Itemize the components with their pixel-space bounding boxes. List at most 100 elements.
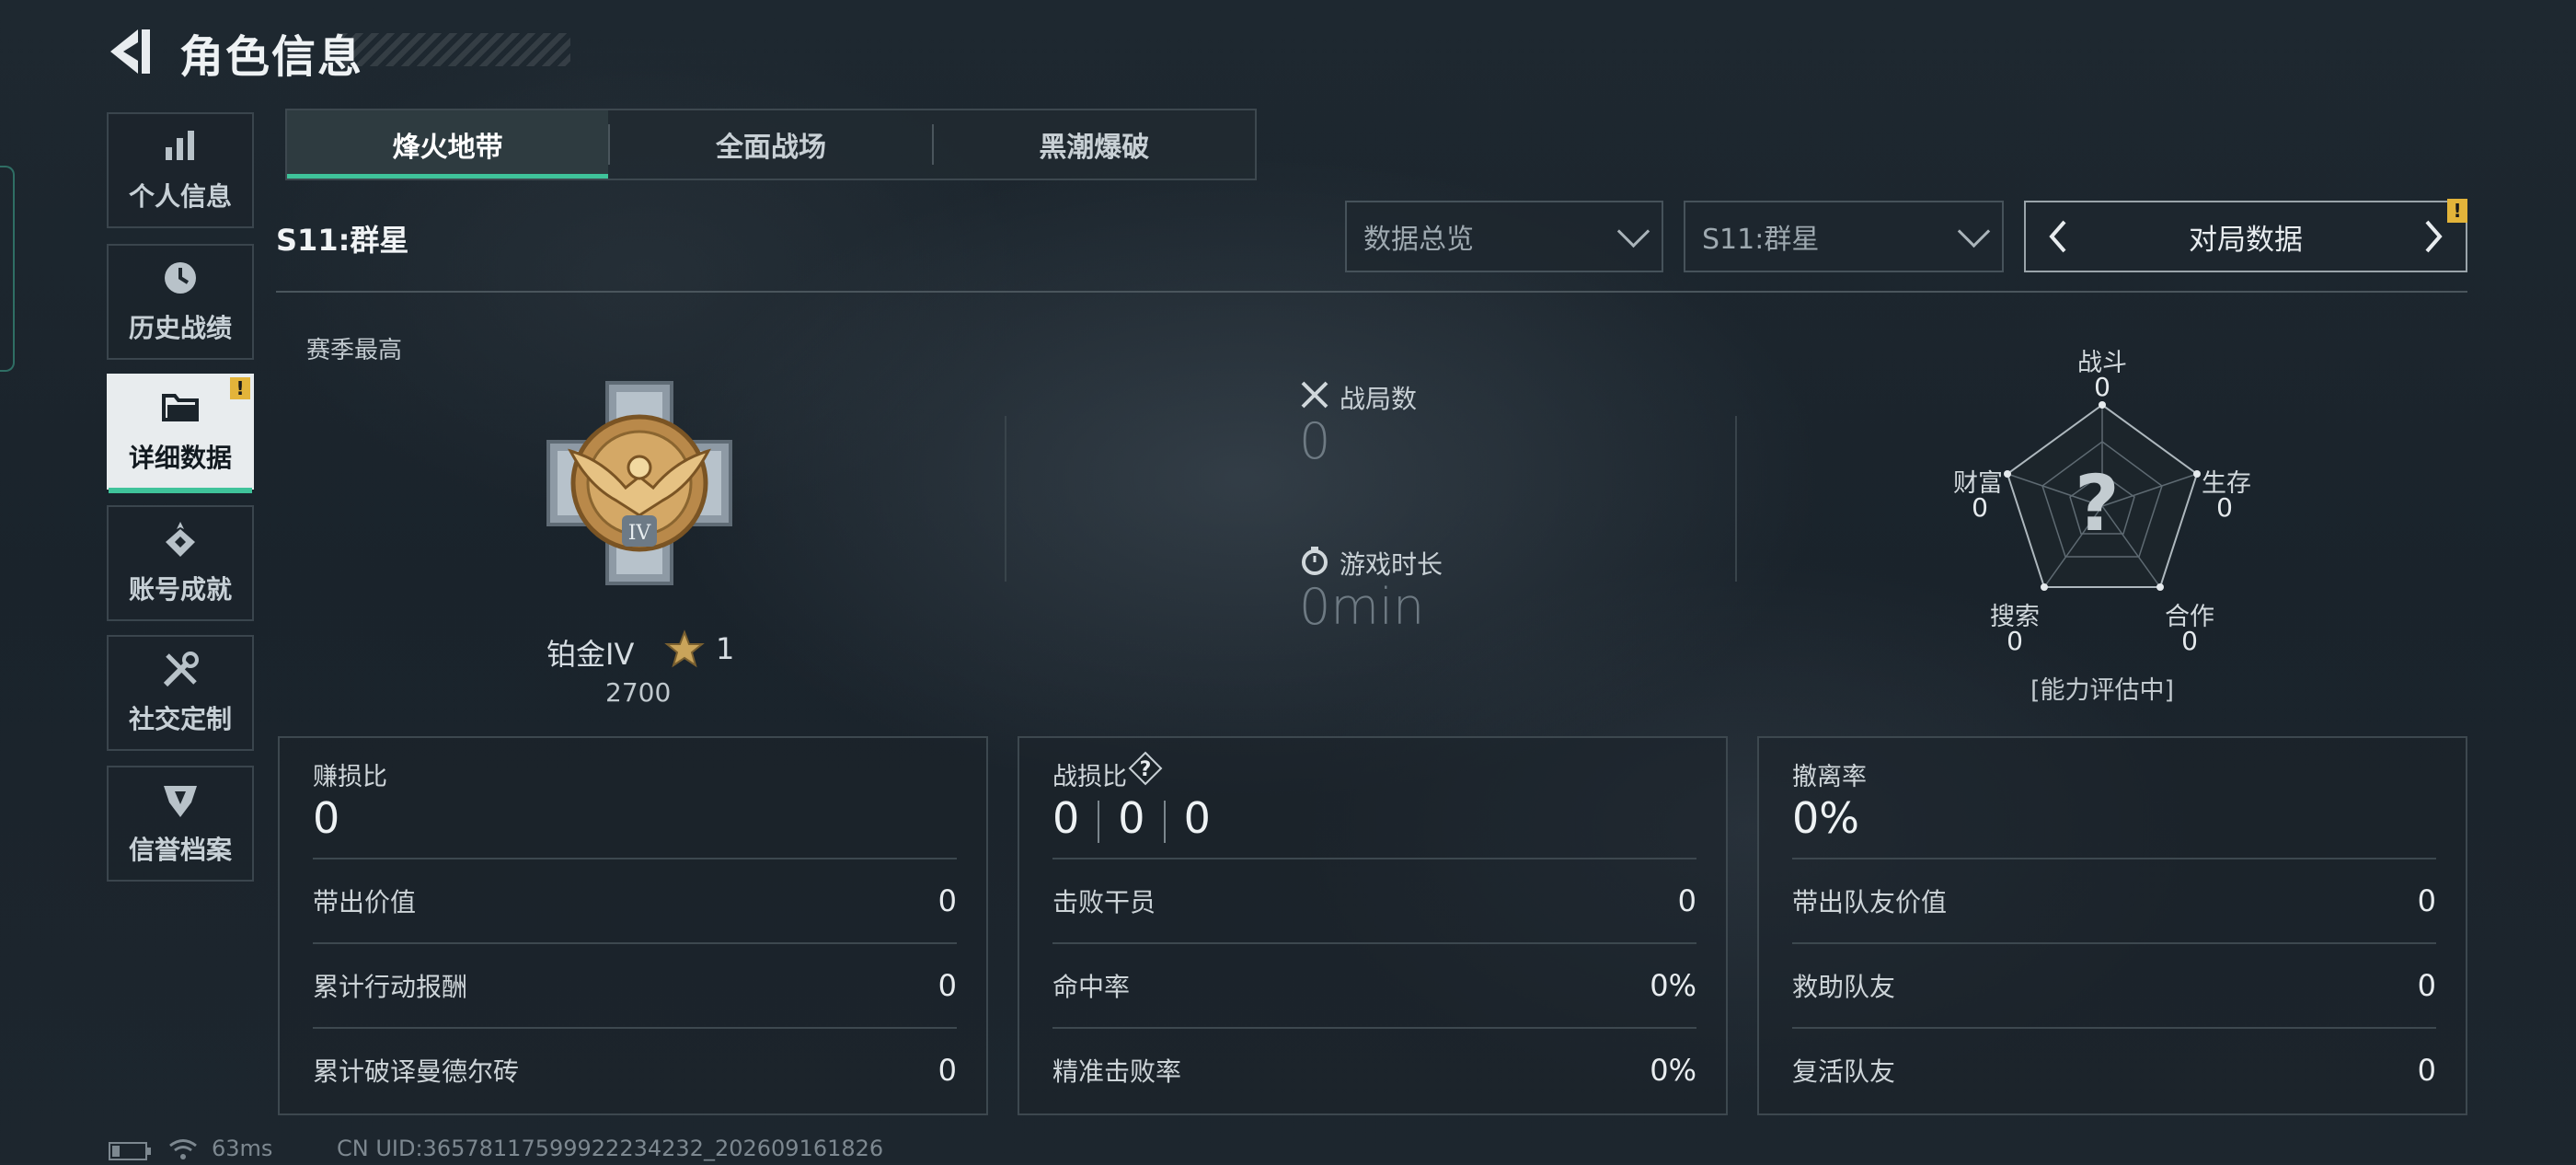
stat-label: 命中率	[1052, 972, 1131, 1002]
radar-status-note: [能力评估中]	[2030, 676, 2175, 705]
uid-text: CN UID:365781175999222342​32_20260916182…	[337, 1136, 884, 1161]
season-select-value: S11:群星	[1702, 224, 1820, 256]
tab-fenghuo[interactable]: 烽火地带	[287, 110, 609, 179]
panel-main-value: 0%	[1792, 793, 1859, 843]
panel-title: 战损比	[1052, 763, 1127, 791]
stat-value: 0	[2417, 1053, 2436, 1088]
panel-main-value: 0	[313, 793, 340, 843]
stat-row: 命中率 0%	[1052, 942, 1696, 1027]
battery-icon	[109, 1141, 153, 1165]
kd-values: 000	[1052, 793, 1211, 843]
section-divider	[1005, 416, 1006, 582]
sidebar-item-history[interactable]: 历史战绩	[107, 244, 254, 360]
stat-label: 累计破译曼德尔砖	[313, 1056, 520, 1087]
sidebar-item-profile[interactable]: 个人信息	[107, 112, 254, 228]
clock-icon	[161, 259, 200, 303]
kd-divider	[1163, 800, 1166, 843]
crossed-swords-icon	[1299, 379, 1330, 414]
kd-value: 0	[1118, 793, 1145, 843]
sidebar-item-label: 个人信息	[128, 181, 232, 212]
kd-panel: 战损比 ? 000 击败干员 0 命中率 0% 精准击败率 0%	[1018, 736, 1728, 1115]
stat-row: 带出价值 0	[313, 858, 957, 942]
extraction-panel: 撤离率 0% 带出队友价值 0 救助队友 0 复活队友 0	[1757, 736, 2467, 1115]
stat-label: 精准击败率	[1052, 1056, 1182, 1087]
radar-axis-value: 0	[2216, 492, 2233, 523]
folder-icon	[160, 388, 201, 433]
sidebar-item-detail-data[interactable]: 详细数据 !	[107, 374, 254, 493]
sidebar-item-label: 社交定制	[128, 704, 232, 734]
panel-title: 赚损比	[313, 763, 387, 791]
radar-axis-value: 0	[2094, 372, 2110, 402]
stat-value: 0	[937, 968, 957, 1003]
playtime-value: 0min	[1299, 578, 1425, 636]
kd-value: 0	[1183, 793, 1211, 843]
view-select-value: 数据总览	[1363, 224, 1474, 256]
stat-label: 复活队友	[1792, 1056, 1896, 1087]
battles-value: 0	[1299, 412, 1331, 470]
playtime-label: 游戏时长	[1340, 549, 1443, 580]
panel-title: 撤离率	[1792, 763, 1867, 791]
sidebar-item-social[interactable]: 社交定制	[107, 635, 254, 751]
stat-label: 带出队友价值	[1792, 887, 1948, 917]
stat-row: 带出队友价值 0	[1792, 858, 2436, 942]
prev-page-button[interactable]	[2039, 209, 2076, 264]
svg-text:?: ?	[1140, 758, 1152, 781]
stat-label: 带出价值	[313, 887, 417, 917]
radar-axis-value: 0	[2181, 626, 2198, 656]
pager-label: 对局数据	[2189, 223, 2303, 257]
tools-icon	[160, 650, 201, 694]
mode-tabs: 烽火地带 全面战场 黑潮爆破	[285, 109, 1257, 180]
title-decoration	[340, 33, 570, 66]
sidebar-item-label: 历史战绩	[128, 313, 232, 343]
chevron-left-icon	[2049, 220, 2066, 253]
view-select[interactable]: 数据总览	[1345, 201, 1663, 272]
side-edge-handle	[0, 166, 15, 372]
divider	[276, 291, 2467, 293]
chevron-down-icon	[1616, 214, 1650, 248]
stat-value: 0	[937, 1053, 957, 1088]
radar-center-mark: ?	[2075, 458, 2120, 548]
help-icon[interactable]: ?	[1128, 751, 1163, 786]
stat-value: 0	[2417, 883, 2436, 918]
stat-row: 击败干员 0	[1052, 858, 1696, 942]
active-indicator	[109, 488, 252, 493]
stat-label: 击败干员	[1052, 887, 1156, 917]
stat-value: 0	[2417, 968, 2436, 1003]
bar-chart-icon	[162, 127, 199, 171]
stat-row: 精准击败率 0%	[1052, 1027, 1696, 1112]
battles-label: 战局数	[1340, 384, 1418, 414]
notification-badge: !	[2447, 199, 2467, 223]
sidebar-item-achievements[interactable]: 账号成就	[107, 505, 254, 621]
kd-value: 0	[1052, 793, 1080, 843]
stopwatch-icon	[1299, 545, 1330, 580]
stat-row: 复活队友 0	[1792, 1027, 2436, 1112]
profit-loss-panel: 赚损比 0 带出价值 0 累计行动报酬 0 累计破译曼德尔砖 0	[278, 736, 988, 1115]
rank-emblem-icon: IV	[534, 377, 745, 593]
data-pager: 对局数据	[2024, 201, 2467, 272]
rank-score: 2700	[605, 677, 672, 708]
medal-icon	[160, 520, 201, 564]
sidebar-item-label: 账号成就	[128, 574, 232, 605]
sidebar-item-label: 详细数据	[128, 443, 232, 473]
back-arrow-icon	[110, 29, 150, 74]
radar-axis-value: 0	[2007, 626, 2023, 656]
shield-icon	[160, 780, 201, 825]
tab-quanmian[interactable]: 全面战场	[610, 110, 931, 179]
season-title: S11:群星	[276, 223, 409, 258]
page-title: 角色信息	[179, 31, 364, 83]
stat-label: 累计行动报酬	[313, 972, 468, 1002]
section-divider	[1735, 416, 1737, 582]
rank-star-count: 1	[716, 631, 735, 666]
season-select[interactable]: S11:群星	[1684, 201, 2004, 272]
rank-name: 铂金IV	[546, 637, 635, 672]
sidebar-item-reputation[interactable]: 信誉档案	[107, 766, 254, 882]
ping-text: 63ms	[212, 1136, 273, 1161]
radar-axis-value: 0	[1972, 492, 1988, 523]
stat-value: 0	[937, 883, 957, 918]
wifi-icon	[167, 1137, 199, 1165]
tab-heichao[interactable]: 黑潮爆破	[934, 110, 1255, 179]
chevron-down-icon	[1957, 214, 1991, 248]
stat-value: 0	[1677, 883, 1696, 918]
stat-value: 0%	[1650, 968, 1696, 1003]
back-button[interactable]	[101, 24, 166, 79]
